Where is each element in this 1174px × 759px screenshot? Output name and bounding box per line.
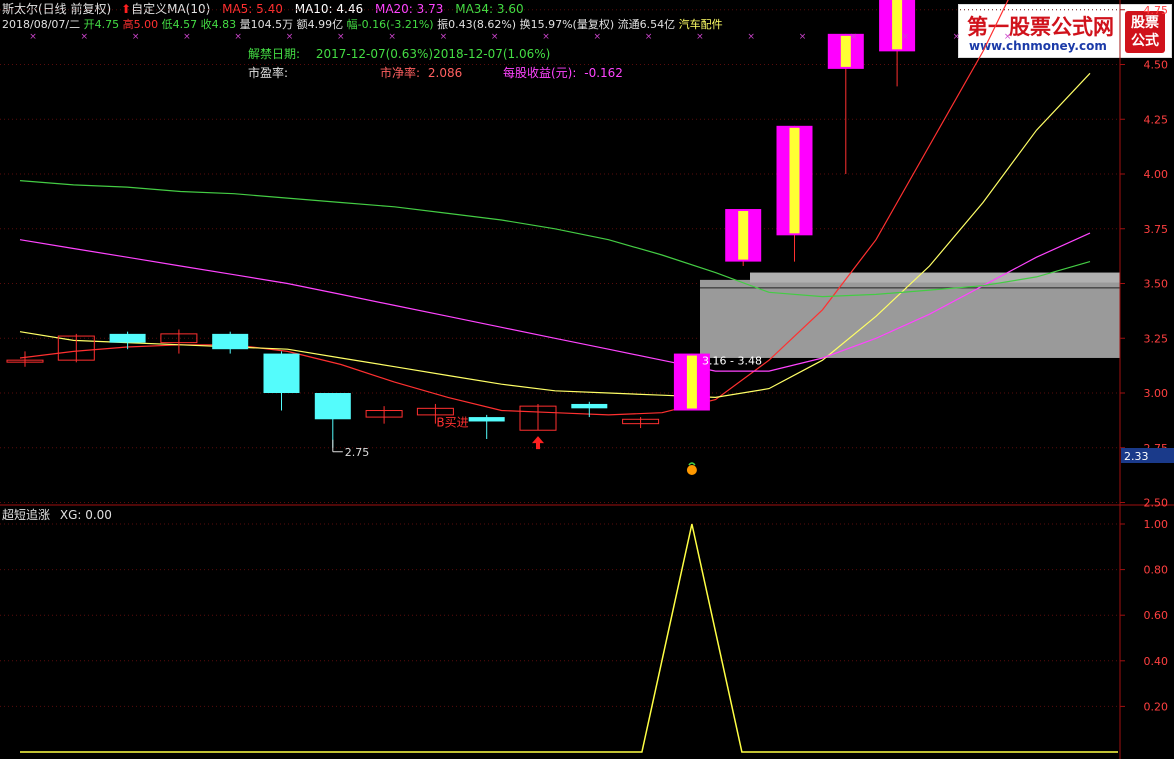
period-marker: × <box>132 32 140 42</box>
price-tick-label: 2.50 <box>1144 497 1169 510</box>
indicator-tick-label: 0.80 <box>1144 564 1169 577</box>
period-marker: × <box>81 32 89 42</box>
current-price-label: 2.33 <box>1124 450 1149 463</box>
indicator-grid <box>0 523 1120 707</box>
signal-dot-icon <box>686 465 697 475</box>
buy-arrow-icon <box>532 436 544 450</box>
period-marker: × <box>183 32 191 42</box>
period-marker: × <box>29 32 37 42</box>
period-marker: × <box>696 32 704 42</box>
period-marker: × <box>234 32 242 42</box>
low-price-label: 2.75 <box>345 446 370 459</box>
indicator-tick-label: 0.20 <box>1144 700 1169 713</box>
price-axis: 2.502.753.003.253.503.754.004.254.504.75… <box>1119 0 1174 759</box>
price-tick-label: 3.25 <box>1144 332 1169 345</box>
signal-leaf-icon <box>688 462 696 466</box>
candle-body-down <box>468 417 505 422</box>
candle-body-down <box>263 353 300 393</box>
period-marker: × <box>440 32 448 42</box>
indicator-xg-line <box>20 523 1118 753</box>
period-marker: × <box>337 32 345 42</box>
period-marker: × <box>953 32 961 42</box>
period-marker: × <box>388 32 396 42</box>
candle-body-down <box>109 333 146 343</box>
period-marker: × <box>286 32 294 42</box>
period-marker: × <box>645 32 653 42</box>
chart-annotations: ××××××××××××××××××××2.75B买进3.16 - 3.48S清… <box>29 32 1012 475</box>
price-tick-label: 3.00 <box>1144 387 1169 400</box>
indicator-tick-label: 0.40 <box>1144 655 1169 668</box>
indicator-tick-label: 0.60 <box>1144 609 1169 622</box>
price-tick-label: 4.00 <box>1144 168 1169 181</box>
candlesticks <box>6 0 916 448</box>
buy-signal-label: B买进 <box>436 416 468 430</box>
price-tick-label: 3.50 <box>1144 278 1169 291</box>
period-marker: × <box>850 32 858 42</box>
period-marker: × <box>747 32 755 42</box>
period-marker: × <box>901 32 909 42</box>
price-tick-label: 4.75 <box>1144 4 1169 17</box>
price-tick-label: 3.75 <box>1144 223 1169 236</box>
candle-signal-stripe <box>789 127 800 234</box>
period-marker: × <box>594 32 602 42</box>
period-marker: × <box>1004 32 1012 42</box>
indicator-tick-label: 1.00 <box>1144 518 1169 531</box>
price-tick-label: 4.25 <box>1144 113 1169 126</box>
candle-body-down <box>571 403 608 409</box>
chart-canvas[interactable]: ××××××××××××××××××××2.75B买进3.16 - 3.48S清… <box>0 0 1174 759</box>
range-label: 3.16 - 3.48 <box>702 355 762 368</box>
range-box-top <box>750 272 1120 283</box>
candle-signal-stripe <box>738 211 749 260</box>
period-marker: × <box>542 32 550 42</box>
price-tick-label: 4.50 <box>1144 59 1169 72</box>
candle-body-down <box>314 393 351 420</box>
main-grid <box>0 9 1174 506</box>
candle-body-down <box>212 333 249 350</box>
indicator-line <box>20 523 1118 753</box>
period-marker: × <box>799 32 807 42</box>
period-marker: × <box>491 32 499 42</box>
range-shade <box>700 272 1120 358</box>
indicator-axis: 0.20 0.40 0.60 0.80 1.00 <box>1120 518 1168 713</box>
candle-signal-stripe <box>686 355 697 409</box>
